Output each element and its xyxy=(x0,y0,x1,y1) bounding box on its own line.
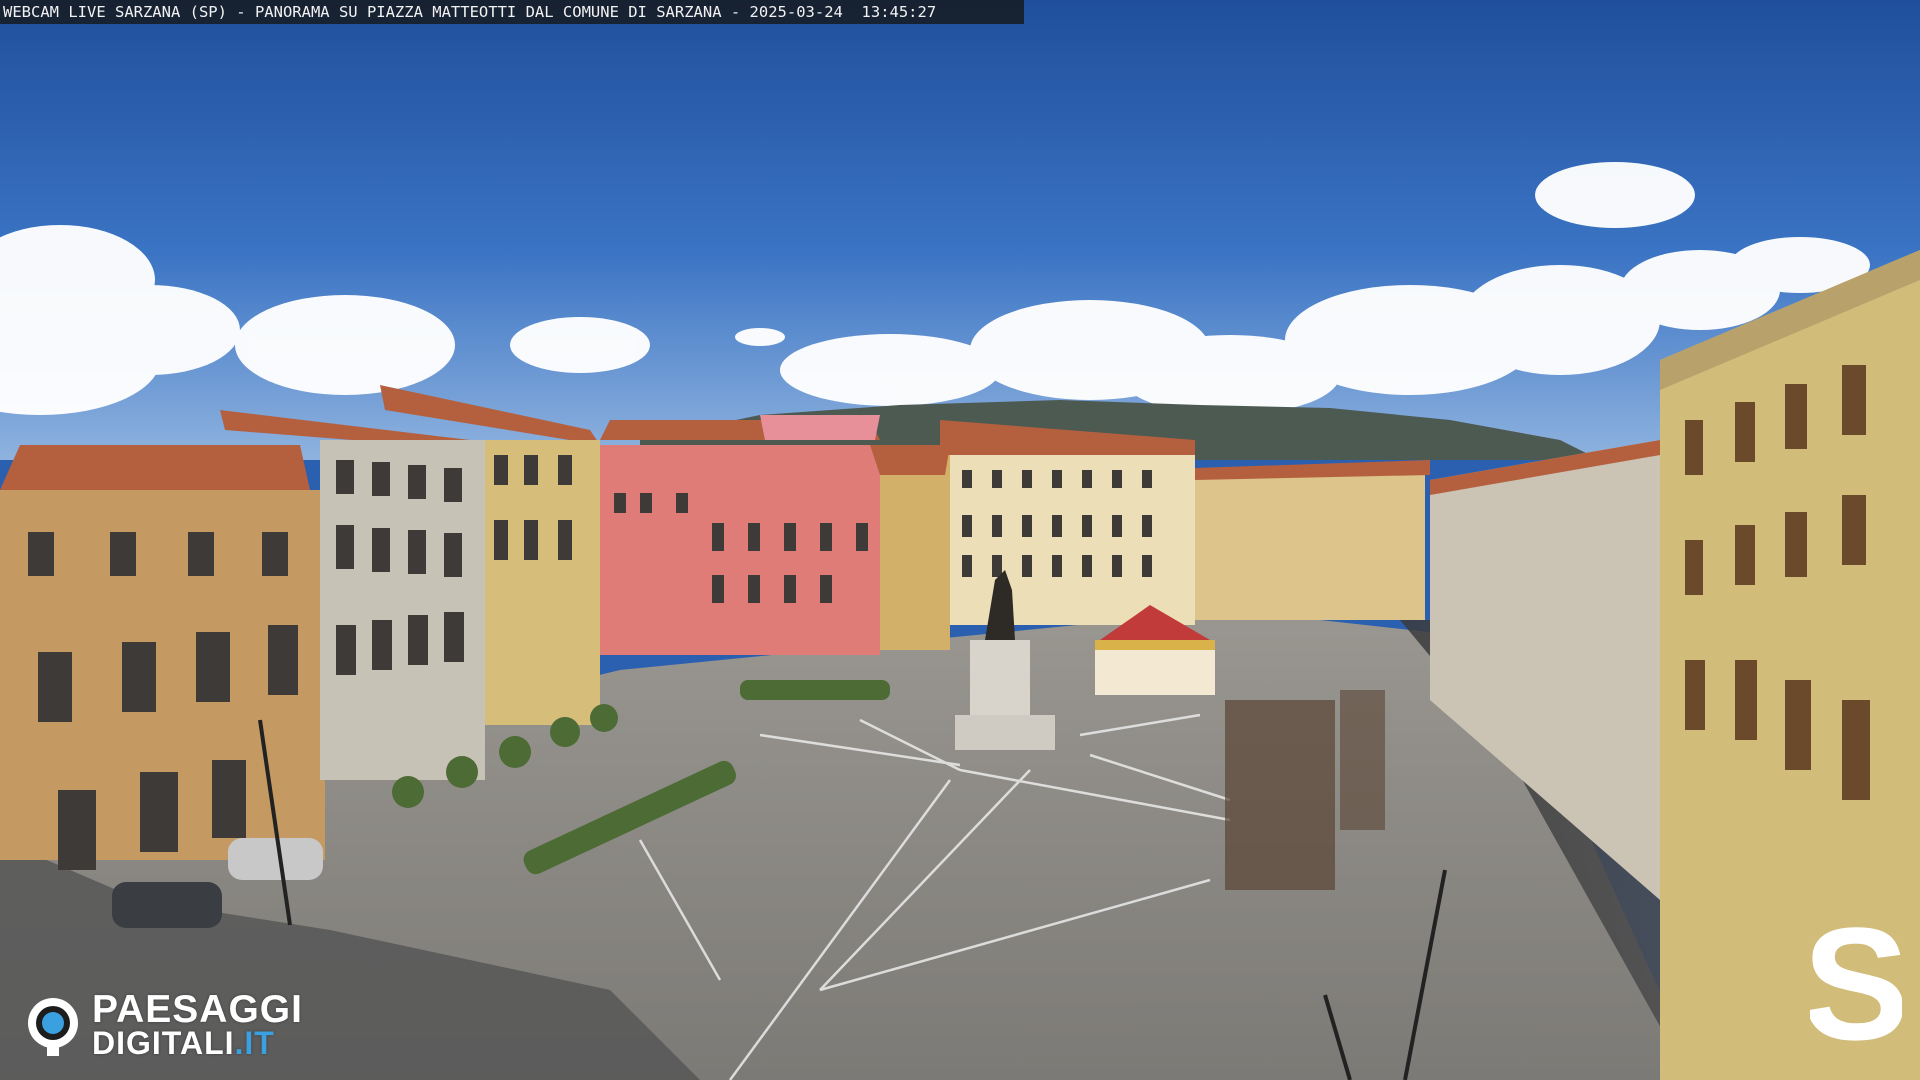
piazza-scene xyxy=(0,0,1920,1080)
logo-text-tld: .IT xyxy=(234,1025,275,1061)
logo-text-paesaggi: PAESAGGI xyxy=(92,988,303,1031)
center-building-cream xyxy=(940,420,1195,625)
timestamp-bar: WEBCAM LIVE SARZANA (SP) - PANORAMA SU P… xyxy=(0,0,1024,24)
center-building-ochre xyxy=(880,450,950,650)
center-building-pink xyxy=(600,415,880,655)
corner-s-letter: S xyxy=(1810,915,1902,1065)
webcam-frame: WEBCAM LIVE SARZANA (SP) - PANORAMA SU P… xyxy=(0,0,1920,1080)
paesaggi-digitali-logo: PAESAGGI DIGITALI.IT xyxy=(24,990,334,1060)
left-building-ochre xyxy=(0,445,325,870)
logo-text-digitali-main: DIGITALI xyxy=(92,1025,235,1061)
webcam-caption: WEBCAM LIVE SARZANA (SP) - PANORAMA SU P… xyxy=(3,3,937,21)
corner-s-logo: S xyxy=(1810,915,1902,1065)
far-buildings xyxy=(1195,470,1425,620)
logo-text-digitali: DIGITALI.IT xyxy=(92,1026,275,1060)
camera-lens-icon xyxy=(28,998,78,1056)
